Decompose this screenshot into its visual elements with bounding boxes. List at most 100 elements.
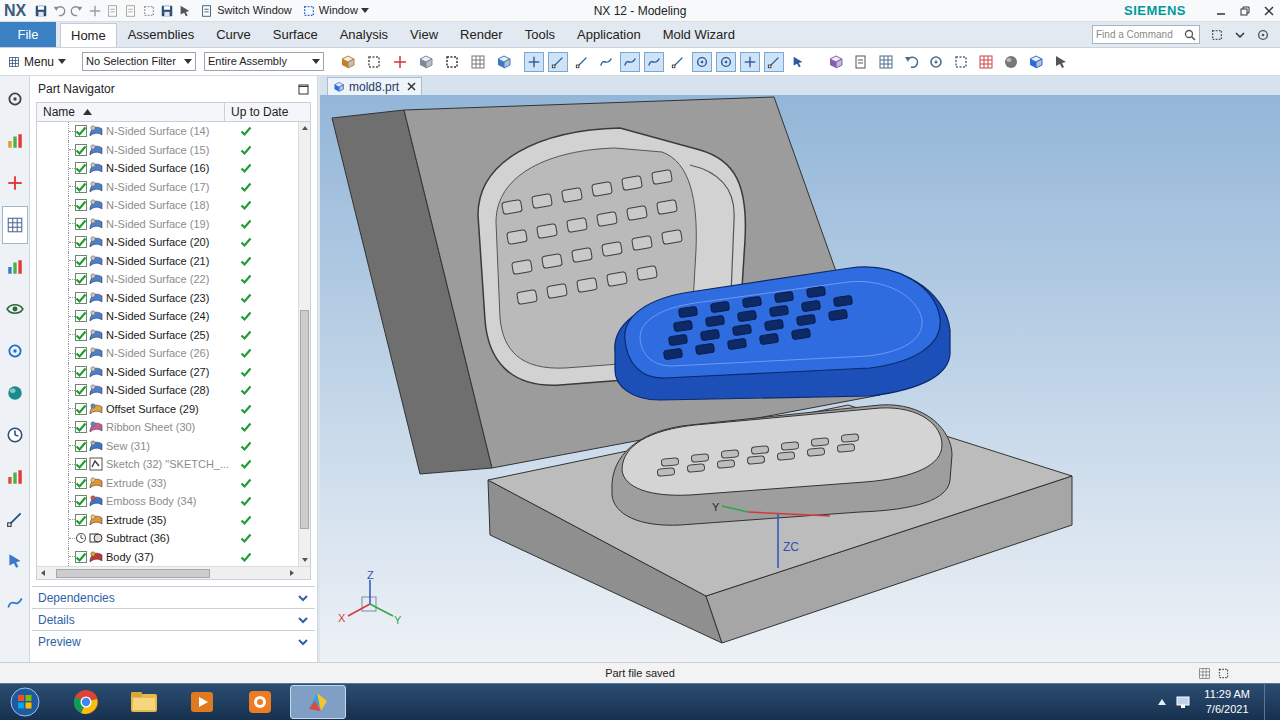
quick-access-button[interactable] bbox=[70, 4, 84, 18]
toolbar-button[interactable] bbox=[903, 54, 919, 70]
ribbon-tab[interactable]: Tools bbox=[514, 23, 566, 47]
toolbar-button[interactable] bbox=[366, 54, 382, 70]
feature-checkbox[interactable] bbox=[75, 329, 87, 341]
navigator-section[interactable]: Dependencies bbox=[32, 586, 315, 608]
feature-row[interactable]: N-Sided Surface (15) bbox=[37, 141, 298, 160]
menu-button[interactable]: Menu bbox=[8, 53, 76, 71]
feature-row[interactable]: N-Sided Surface (27) bbox=[37, 363, 298, 382]
resource-bar-tab[interactable] bbox=[2, 206, 28, 244]
navigator-section[interactable]: Preview bbox=[32, 630, 315, 652]
close-tab-icon[interactable] bbox=[407, 82, 416, 91]
show-desktop-button[interactable] bbox=[1264, 684, 1276, 720]
snap-button[interactable] bbox=[788, 52, 808, 72]
feature-row[interactable]: N-Sided Surface (23) bbox=[37, 289, 298, 308]
ribbon-tab[interactable]: Surface bbox=[262, 23, 329, 47]
ribbon-tab[interactable]: Assemblies bbox=[117, 23, 205, 47]
feature-row[interactable]: N-Sided Surface (18) bbox=[37, 196, 298, 215]
snap-button[interactable] bbox=[572, 52, 592, 72]
feature-row[interactable]: N-Sided Surface (28) bbox=[37, 381, 298, 400]
scroll-left-icon[interactable] bbox=[37, 567, 49, 579]
toolbar-button[interactable] bbox=[853, 54, 869, 70]
taskbar-app[interactable] bbox=[232, 685, 288, 719]
viewport[interactable]: ZCYZXY bbox=[320, 95, 1280, 662]
taskbar-app[interactable] bbox=[174, 685, 230, 719]
feature-row[interactable]: N-Sided Surface (24) bbox=[37, 307, 298, 326]
toolbar-button[interactable] bbox=[392, 54, 408, 70]
feature-row[interactable]: Extrude (35) bbox=[37, 511, 298, 530]
snap-button[interactable] bbox=[620, 52, 640, 72]
feature-row[interactable]: N-Sided Surface (17) bbox=[37, 178, 298, 197]
resource-bar-tab[interactable] bbox=[2, 164, 28, 202]
snap-button[interactable] bbox=[668, 52, 688, 72]
toolbar-button[interactable] bbox=[978, 54, 994, 70]
feature-checkbox[interactable] bbox=[75, 144, 87, 156]
resource-bar-tab[interactable] bbox=[2, 374, 28, 412]
quick-access-button[interactable] bbox=[34, 4, 48, 18]
feature-checkbox[interactable] bbox=[75, 125, 87, 137]
feature-row[interactable]: Body (37) bbox=[37, 548, 298, 567]
snap-button[interactable] bbox=[692, 52, 712, 72]
start-button[interactable] bbox=[0, 684, 50, 720]
feature-row[interactable]: Emboss Body (34) bbox=[37, 492, 298, 511]
snap-button[interactable] bbox=[596, 52, 616, 72]
command-search-field[interactable]: Find a Command bbox=[1092, 25, 1200, 44]
feature-checkbox[interactable] bbox=[75, 292, 87, 304]
feature-checkbox[interactable] bbox=[75, 440, 87, 452]
feature-checkbox[interactable] bbox=[75, 310, 87, 322]
selection-filter-dropdown[interactable]: No Selection Filter bbox=[82, 52, 196, 71]
feature-row[interactable]: Ribbon Sheet (30) bbox=[37, 418, 298, 437]
toolbar-button[interactable] bbox=[340, 54, 356, 70]
feature-row[interactable]: Subtract (36) bbox=[37, 529, 298, 548]
taskbar-app[interactable] bbox=[290, 685, 346, 719]
feature-checkbox[interactable] bbox=[75, 551, 87, 563]
feature-row[interactable]: N-Sided Surface (26) bbox=[37, 344, 298, 363]
minimize-icon[interactable] bbox=[1216, 6, 1226, 16]
maximize-icon[interactable] bbox=[298, 84, 309, 95]
horizontal-thumb[interactable] bbox=[56, 569, 210, 578]
molded-part[interactable] bbox=[615, 267, 950, 400]
feature-checkbox[interactable] bbox=[75, 255, 87, 267]
toolbar-button[interactable] bbox=[444, 54, 460, 70]
taskbar-app[interactable] bbox=[58, 685, 114, 719]
feature-checkbox[interactable] bbox=[75, 366, 87, 378]
resource-bar-tab[interactable] bbox=[2, 416, 28, 454]
feature-checkbox[interactable] bbox=[75, 458, 87, 470]
ribbon-tab[interactable]: Mold Wizard bbox=[652, 23, 746, 47]
vertical-thumb[interactable] bbox=[300, 310, 309, 528]
snap-button[interactable] bbox=[524, 52, 544, 72]
scroll-down-icon[interactable] bbox=[299, 554, 311, 566]
file-tab[interactable]: File bbox=[0, 22, 56, 47]
scroll-up-icon[interactable] bbox=[299, 122, 311, 134]
resource-bar-tab[interactable] bbox=[2, 332, 28, 370]
ribbon-tab[interactable]: Analysis bbox=[329, 23, 399, 47]
toolbar-button[interactable] bbox=[496, 54, 512, 70]
toolbar-button[interactable] bbox=[1028, 54, 1044, 70]
toolbar-button[interactable] bbox=[878, 54, 894, 70]
feature-row[interactable]: N-Sided Surface (25) bbox=[37, 326, 298, 345]
mold-model-view[interactable]: ZCYZXY bbox=[320, 95, 1280, 662]
horizontal-scrollbar[interactable] bbox=[37, 566, 310, 579]
ribbon-tab[interactable]: View bbox=[399, 23, 449, 47]
quick-access-button[interactable] bbox=[178, 4, 192, 18]
column-header[interactable]: Name bbox=[37, 103, 225, 121]
quick-access-button[interactable] bbox=[142, 4, 156, 18]
toolbar-button[interactable] bbox=[928, 54, 944, 70]
feature-row[interactable]: N-Sided Surface (21) bbox=[37, 252, 298, 271]
ribbon-tab[interactable]: Home bbox=[60, 23, 117, 47]
toolbar-button[interactable] bbox=[470, 54, 486, 70]
document-tab[interactable]: mold8.prt bbox=[327, 77, 422, 95]
toolbar-button[interactable] bbox=[953, 54, 969, 70]
toolbar-button[interactable] bbox=[828, 54, 844, 70]
taskbar-app[interactable] bbox=[116, 685, 172, 719]
feature-checkbox[interactable] bbox=[75, 347, 87, 359]
quick-access-button[interactable] bbox=[52, 4, 66, 18]
snap-button[interactable] bbox=[548, 52, 568, 72]
selection-scope-dropdown[interactable]: Entire Assembly bbox=[204, 52, 324, 71]
snap-button[interactable] bbox=[716, 52, 736, 72]
ribbon-tab[interactable]: Application bbox=[566, 23, 652, 47]
feature-row[interactable]: Sew (31) bbox=[37, 437, 298, 456]
toolbar-button[interactable] bbox=[418, 54, 434, 70]
feature-row[interactable]: N-Sided Surface (22) bbox=[37, 270, 298, 289]
quick-access-button[interactable] bbox=[106, 4, 120, 18]
feature-checkbox[interactable] bbox=[75, 514, 87, 526]
